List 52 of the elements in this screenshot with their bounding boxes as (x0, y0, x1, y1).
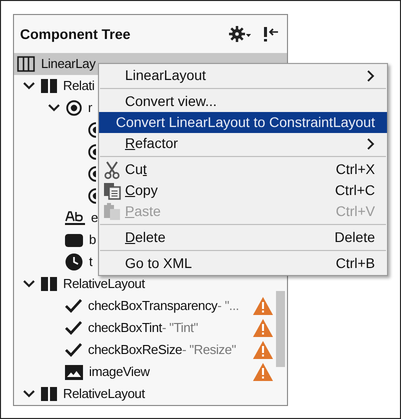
radio-icon (86, 122, 96, 138)
node-label: Relati (63, 77, 94, 96)
paste-icon (103, 202, 121, 220)
menu-item[interactable]: Go to XML Ctrl+B (99, 253, 387, 274)
menu-item[interactable]: LinearLayout (99, 65, 387, 86)
scissors-icon (103, 160, 121, 178)
image-icon (65, 364, 83, 380)
copy-icon (103, 182, 121, 200)
clock-icon (65, 253, 83, 271)
shortcut-label: Ctrl+V (336, 202, 375, 221)
node-label: RelativeLayout (63, 275, 145, 294)
menu-item[interactable]: Delete Delete (99, 227, 387, 248)
radio-icon (86, 166, 96, 182)
chevron-down-icon[interactable] (23, 389, 35, 399)
button-icon (65, 234, 83, 246)
collapse-icon[interactable] (263, 26, 279, 42)
chevron-down-icon[interactable] (48, 103, 60, 113)
node-label: r (88, 99, 92, 118)
chevron-down-icon[interactable] (23, 279, 35, 289)
menu-item[interactable]: Cut Ctrl+X (99, 159, 387, 180)
layout-icon (41, 277, 57, 291)
node-label: t (89, 253, 92, 272)
radio-icon (66, 100, 82, 116)
text-field-icon (65, 210, 85, 226)
node-label: LinearLay (41, 55, 96, 74)
node-label: RelativeLayout (63, 385, 145, 404)
shortcut-label: Delete (334, 228, 375, 247)
radio-icon (86, 188, 96, 204)
panel-title: Component Tree (20, 24, 132, 44)
node-label: checkBoxTint- "Tint" (88, 319, 198, 338)
check-icon (65, 299, 82, 313)
menu-item[interactable]: Copy Ctrl+C (99, 180, 387, 201)
shortcut-label: Ctrl+X (336, 160, 375, 179)
layout-icon (41, 387, 57, 401)
chevron-down-icon[interactable] (23, 81, 35, 91)
layout-icon (41, 79, 57, 93)
shortcut-label: Ctrl+B (336, 254, 375, 273)
menu-item[interactable]: Convert LinearLayout to ConstraintLayout (99, 112, 387, 133)
menu-item[interactable]: Refactor (99, 133, 387, 154)
node-label: b (89, 231, 96, 250)
menu-item[interactable]: Convert view... (99, 91, 387, 112)
shortcut-label: Ctrl+C (334, 181, 375, 200)
check-icon (65, 321, 82, 335)
node-label: e (91, 209, 98, 228)
columns-icon (17, 56, 35, 72)
node-label: imageView (89, 363, 150, 382)
check-icon (65, 343, 82, 357)
node-label: checkBoxTransparency- "... (88, 297, 239, 316)
radio-icon (86, 144, 96, 160)
settings-icon[interactable] (229, 26, 251, 42)
node-label: checkBoxReSize- "Resize" (88, 341, 236, 360)
scrollbar[interactable] (276, 291, 285, 367)
